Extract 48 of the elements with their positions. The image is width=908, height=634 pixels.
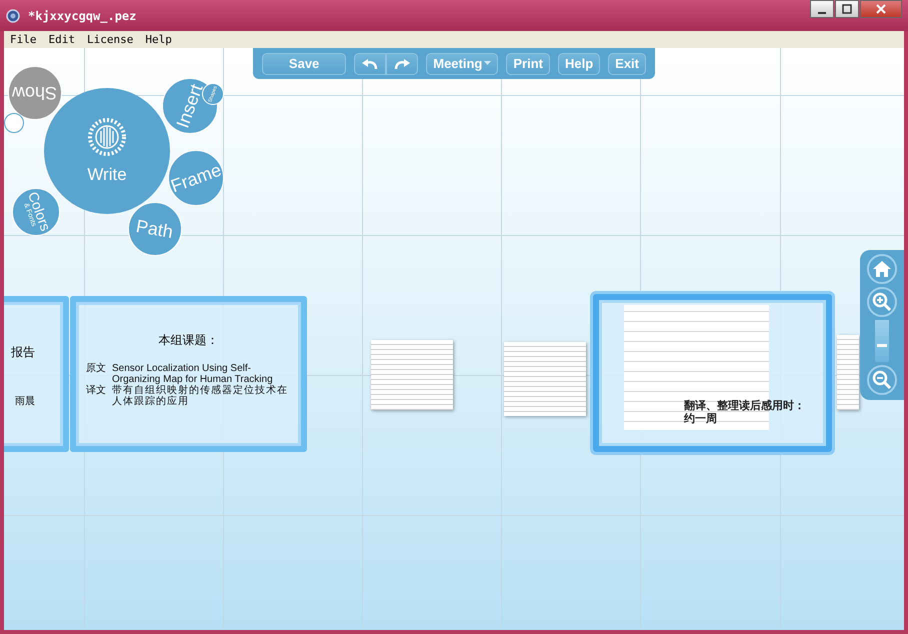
zoom-in-icon <box>872 292 892 312</box>
app-icon <box>6 8 20 22</box>
frame-title: 本组课题： <box>158 332 218 349</box>
menu-item[interactable]: License <box>87 33 134 46</box>
author-text: 雨晨 <box>15 395 35 408</box>
frame-bubble[interactable]: Frame <box>168 150 224 206</box>
slide-frame[interactable]: 报告 雨晨 <box>4 296 69 452</box>
label-text: 原文 <box>86 363 106 376</box>
toolbar-button[interactable]: Exit <box>608 52 646 74</box>
menu-item[interactable]: Edit <box>48 33 75 46</box>
zoom-out-icon <box>872 370 892 390</box>
label-text: 译文 <box>86 385 106 398</box>
zoom-slider[interactable] <box>875 320 889 362</box>
window-title: *kjxxycgqw_.pez <box>28 8 136 22</box>
zoom-out-button[interactable] <box>867 365 897 395</box>
document-thumbnail[interactable] <box>837 335 859 410</box>
minimize-icon <box>818 12 826 14</box>
path-bubble[interactable]: Path <box>128 202 182 256</box>
english-title: Sensor Localization Using Self-Organizing Map for Human Tracking <box>112 363 273 385</box>
document-thumbnail[interactable] <box>371 340 453 410</box>
document-thumbnail[interactable] <box>504 342 586 416</box>
prezi-logo-icon <box>87 117 127 157</box>
slide-frame[interactable]: 翻译、整理读后感用时：约一周 <box>593 294 832 452</box>
meeting-dropdown[interactable]: Meeting <box>426 52 498 74</box>
show-bubble[interactable]: Show <box>8 66 62 120</box>
menu-item[interactable]: File <box>10 33 36 46</box>
undo-button[interactable] <box>354 52 386 74</box>
small-bubble[interactable] <box>4 113 24 133</box>
frame-title: 报告 <box>11 344 35 361</box>
maximize-icon <box>842 4 852 14</box>
close-icon <box>876 4 886 14</box>
redo-icon <box>393 58 412 70</box>
home-button[interactable] <box>867 254 897 284</box>
close-button[interactable] <box>860 0 902 18</box>
toolbar-button[interactable]: Print <box>506 52 550 74</box>
maximize-button[interactable] <box>835 0 859 18</box>
minimize-button[interactable] <box>810 0 834 18</box>
slide-frame[interactable]: 本组课题： 原文 Sensor Localization Using Self-Organizing Map for Human Tracking 译文 带有自组织映射的传感器定位技术在人体跟踪的应用 <box>70 296 307 452</box>
chinese-title: 带有自组织映射的传感器定位技术在人体跟踪的应用 <box>112 385 289 407</box>
toolbar-button[interactable]: Help <box>558 52 600 74</box>
toolbar-button[interactable]: Save <box>262 52 346 74</box>
menu-item[interactable]: Help <box>145 33 172 46</box>
zoom-in-button[interactable] <box>867 287 897 317</box>
redo-button[interactable] <box>386 52 418 74</box>
overlay-text: 翻译、整理读后感用时：约一周 <box>684 399 806 425</box>
undo-icon <box>361 58 380 70</box>
caret-icon <box>484 61 492 66</box>
home-icon <box>872 259 892 279</box>
